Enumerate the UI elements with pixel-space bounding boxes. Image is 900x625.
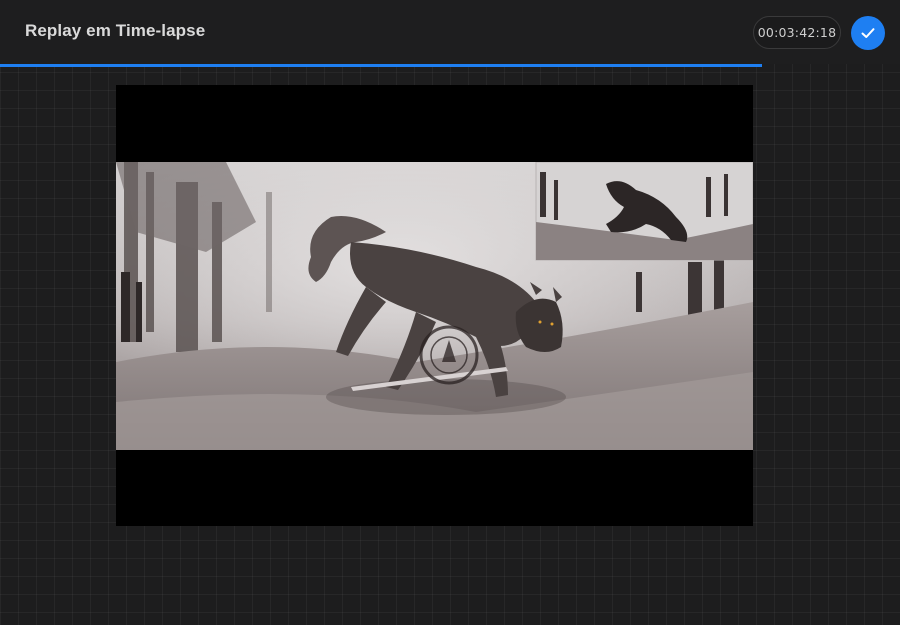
timelapse-player[interactable] (116, 85, 753, 526)
page-title: Replay em Time-lapse (25, 21, 206, 40)
wolf-painting (116, 162, 753, 450)
done-button[interactable] (851, 16, 885, 50)
artwork-canvas (116, 162, 753, 450)
playback-progress-fill (0, 64, 763, 67)
top-bar: Replay em Time-lapse 00:03:42:18 (0, 0, 900, 64)
playback-progress-bar[interactable] (0, 64, 900, 67)
timestamp-display: 00:03:42:18 (753, 16, 841, 49)
checkmark-icon (861, 28, 875, 38)
